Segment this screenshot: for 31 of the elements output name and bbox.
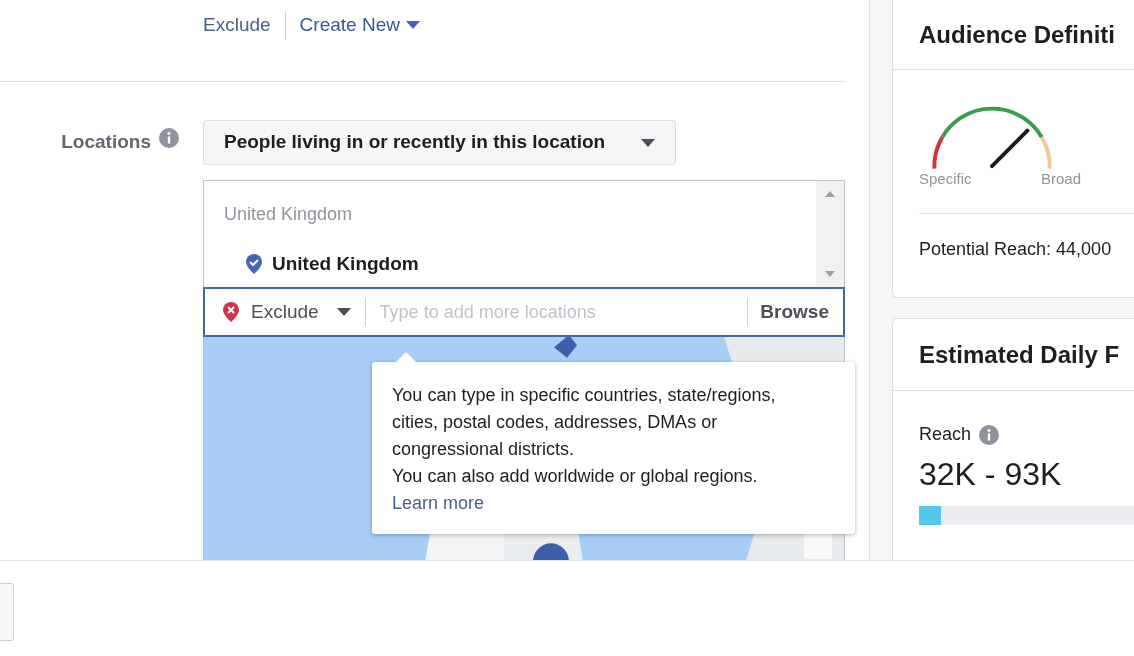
location-type-dropdown[interactable]: People living in or recently in this location — [203, 120, 676, 165]
reach-label: Reach — [919, 423, 972, 446]
gauge-label: Broad — [1040, 169, 1082, 189]
tooltip-text: You can also add worldwide or global regions. — [392, 465, 759, 488]
location-pin-icon — [246, 254, 262, 275]
scroll-up-icon[interactable] — [825, 191, 835, 197]
scrollbar[interactable] — [816, 181, 844, 287]
scroll-down-icon[interactable] — [825, 271, 835, 277]
locations-label: Locations — [61, 130, 151, 154]
location-input[interactable]: Type to add more locations — [379, 298, 748, 326]
caret-icon — [641, 138, 655, 147]
gauge-label: Specific — [919, 169, 972, 189]
button-edge[interactable] — [0, 583, 14, 641]
location-name[interactable]: United Kingdom — [272, 250, 419, 279]
tooltip-text: You can type in specific countries, state/regions, cities, postal codes, addresses, DMAs or congressional districts. — [392, 384, 777, 461]
card-title: Audience Definiti — [919, 19, 1116, 50]
list-header: United Kingdom — [224, 203, 354, 226]
caret-icon — [405, 21, 420, 30]
browse-link[interactable]: Browse — [747, 297, 829, 327]
card-title: Estimated Daily F — [919, 339, 1120, 370]
learn-more-link[interactable]: Learn more — [392, 493, 485, 513]
potential-reach: Potential Reach: 44,000 — [919, 238, 1112, 259]
exclude-link[interactable]: Exclude — [203, 11, 271, 40]
mode-dropdown[interactable]: Exclude — [251, 297, 366, 327]
exclude-icon — [223, 302, 239, 322]
reach-value: 32K - 93K — [919, 455, 1063, 494]
location-search-field[interactable]: Exclude Type to add more locations Browse — [203, 287, 845, 337]
caret-icon — [336, 308, 351, 316]
info-icon — [979, 424, 1000, 445]
info-icon — [159, 128, 179, 148]
create-new-link[interactable]: Create New — [284, 11, 420, 40]
